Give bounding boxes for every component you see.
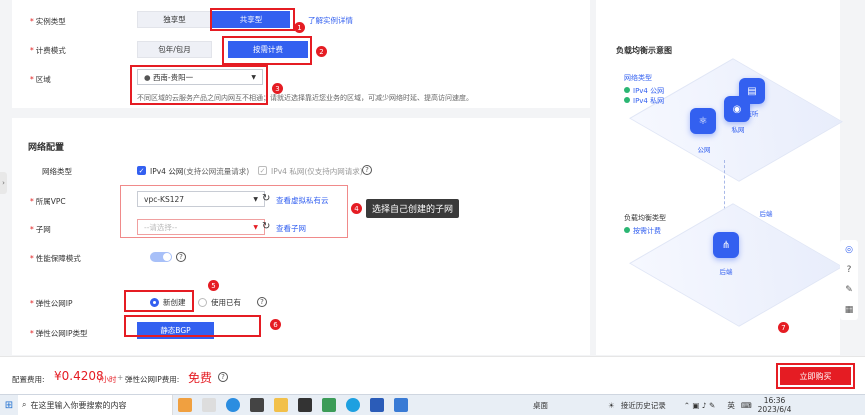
- fee-label: 配置费用:: [12, 375, 45, 384]
- word-icon[interactable]: [370, 398, 384, 412]
- help-icon[interactable]: ?: [362, 165, 372, 175]
- price-value: ¥0.4208: [54, 369, 104, 383]
- ipv4-public-label: IPv4 公网(支持公网流量请求): [150, 167, 250, 176]
- terminal-icon[interactable]: [298, 398, 312, 412]
- network-config-card: 网络配置 网络类型 ✓ IPv4 公网(支持公网流量请求) ✓ IPv4 私网(…: [12, 118, 590, 355]
- public-node-icon: ⚛: [690, 108, 716, 134]
- annotation-badge-6: 6: [270, 319, 281, 330]
- node-label-backend: 后端: [719, 268, 733, 276]
- input-lang-indicator[interactable]: 英: [727, 400, 735, 411]
- app-icon[interactable]: [322, 398, 336, 412]
- check-circle-icon: [624, 87, 630, 93]
- instance-type-dedicated[interactable]: 独享型: [137, 11, 212, 28]
- history-label[interactable]: 接近历史记录: [621, 400, 666, 411]
- lb-diagram-panel: 负载均衡示意图 网络类型 IPv4 公网 IPv4 私网 ▤ 监听 ⚛ 公网 ◉…: [596, 0, 843, 355]
- eip-existing-label: 使用已有: [211, 298, 241, 307]
- expand-panel-handle[interactable]: ›: [0, 172, 7, 194]
- tool-rail: ◎ ? ✎ ▦: [840, 240, 858, 320]
- node-label-private: 私网: [731, 126, 745, 134]
- price-bar: 配置费用: ¥0.4208 /小时 + 弹性公网IP费用: 免费 ? 立即购买: [0, 356, 865, 394]
- taskbar-app-icon[interactable]: [178, 398, 192, 412]
- file-explorer-icon[interactable]: [274, 398, 288, 412]
- windows-start-icon[interactable]: ⊞: [0, 395, 18, 415]
- region-hint: 不同区域的云服务产品之间内网互不相通；请就近选择靠近您业务的区域，可减少网络时延…: [137, 94, 473, 102]
- highlight-box-5: [124, 290, 194, 312]
- network-section-title: 网络配置: [28, 143, 65, 153]
- check-icon: ✓: [259, 166, 266, 175]
- help-icon[interactable]: ?: [176, 252, 186, 262]
- clock-date: 2023/6/4: [757, 405, 792, 414]
- check-icon: ✓: [138, 166, 145, 175]
- eip-type-label: * 弹性公网IP类型: [30, 329, 88, 338]
- annotation-badge-1: 1: [294, 22, 305, 33]
- taskbar-search-placeholder: 在这里输入你要搜索的内容: [30, 400, 127, 410]
- clock[interactable]: 16:36 2023/6/4: [758, 396, 792, 414]
- browser-icon[interactable]: [346, 398, 360, 412]
- ipv4-public-checkbox[interactable]: ✓: [137, 166, 146, 175]
- highlight-box-1: [210, 8, 295, 31]
- eip-label: * 弹性公网IP: [30, 299, 73, 308]
- highlight-box-2: [222, 36, 312, 65]
- highlight-box-6: [124, 315, 261, 337]
- desktop-label[interactable]: 桌面: [533, 400, 548, 411]
- diagram-net-type-title: 网络类型: [624, 74, 652, 82]
- annotation-badge-4: 4: [351, 203, 362, 214]
- diagram-net-item: IPv4 私网: [624, 96, 664, 106]
- ipv4-private-checkbox[interactable]: ✓: [258, 166, 267, 175]
- instance-type-label: * 实例类型: [30, 17, 66, 26]
- basic-config-card: * 实例类型 独享型 共享型 了解实例详情 1 * 计费模式 包年/包月 按需计费 …: [12, 0, 590, 108]
- price-unit: /小时: [99, 375, 117, 384]
- billing-label: * 计费模式: [30, 46, 66, 55]
- subnet-tooltip: 选择自己创建的子网: [366, 199, 460, 218]
- diagram-title: 负载均衡示意图: [616, 46, 672, 55]
- eip-fee-value: 免费: [188, 371, 213, 385]
- taskbar-search-box[interactable]: ⌕ 在这里输入你要搜索的内容: [18, 394, 173, 415]
- edge-browser-icon[interactable]: [226, 398, 240, 412]
- ide-icon[interactable]: [250, 398, 264, 412]
- subnet-label: * 子网: [30, 225, 51, 234]
- billing-monthly[interactable]: 包年/包月: [137, 41, 212, 58]
- chart-icon[interactable]: ▦: [845, 305, 854, 315]
- keyboard-icon[interactable]: ⌨: [741, 401, 752, 410]
- balancer-node-icon: ⋔: [713, 232, 739, 258]
- diagram-lb-item: 按需计费: [624, 226, 661, 236]
- windows-taskbar: ⊞ ⌕ 在这里输入你要搜索的内容 桌面 ☀ 接近历史记录 ⌃ ▣ ♪ ✎ 英 ⌨…: [0, 394, 865, 415]
- annotation-badge-5: 5: [208, 280, 219, 291]
- help-icon[interactable]: ?: [218, 372, 228, 382]
- perf-mode-label: * 性能保障模式: [30, 254, 81, 263]
- chevron-right-icon: ›: [2, 179, 5, 187]
- headset-icon[interactable]: ◎: [845, 245, 853, 255]
- help-circle-icon[interactable]: ?: [847, 265, 852, 275]
- highlight-box-4: [120, 185, 348, 238]
- ipv4-private-label: IPv4 私网(仅支持内网请求): [271, 167, 363, 176]
- diagram-lb-title: 负载均衡类型: [624, 214, 666, 222]
- region-label: * 区域: [30, 75, 51, 84]
- buy-now-button[interactable]: 立即购买: [780, 367, 851, 385]
- annotation-badge-2: 2: [316, 46, 327, 57]
- page-root: › * 实例类型 独享型 共享型 了解实例详情 1 * 计费模式 包年/包月 按需计…: [0, 0, 865, 415]
- perf-mode-toggle[interactable]: [150, 252, 172, 262]
- app-icon[interactable]: [394, 398, 408, 412]
- check-circle-icon: [624, 97, 630, 103]
- weather-icon[interactable]: ☀: [608, 401, 615, 410]
- instance-detail-link[interactable]: 了解实例详情: [308, 15, 353, 26]
- eip-fee-label: 弹性公网IP费用:: [125, 375, 180, 384]
- clock-time: 16:36: [763, 396, 786, 405]
- help-icon[interactable]: ?: [257, 297, 267, 307]
- edit-icon[interactable]: ✎: [845, 285, 853, 295]
- node-label-backend-top: 后端: [759, 210, 773, 218]
- private-node-icon: ◉: [724, 96, 750, 122]
- search-icon: ⌕: [22, 400, 27, 409]
- check-circle-icon: [624, 227, 630, 233]
- plus-sign: +: [117, 373, 124, 382]
- vpc-label: * 所属VPC: [30, 197, 66, 206]
- annotation-badge-7: 7: [778, 322, 789, 333]
- diagram-net-item: IPv4 公网: [624, 86, 664, 96]
- node-label-public: 公网: [697, 146, 711, 154]
- task-view-icon[interactable]: [202, 398, 216, 412]
- tray-icons[interactable]: ⌃ ▣ ♪ ✎: [684, 401, 716, 410]
- network-type-label: 网络类型: [42, 167, 72, 176]
- eip-existing-radio[interactable]: [198, 298, 207, 307]
